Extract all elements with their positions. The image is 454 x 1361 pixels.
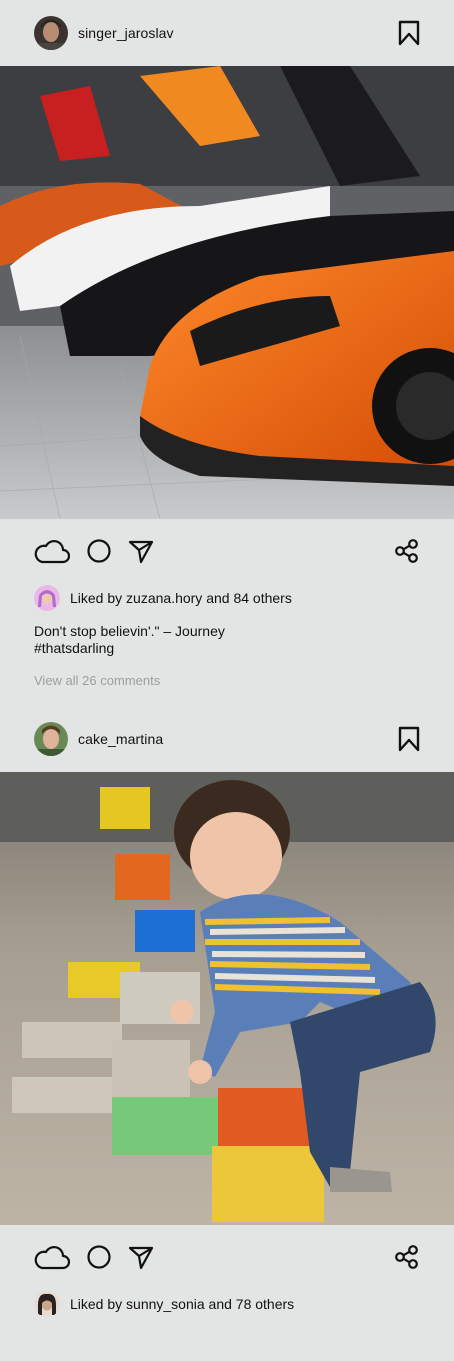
caption: Don't stop believin'." – Journey #thatsd… (0, 613, 454, 657)
likes-text[interactable]: Liked by sunny_sonia and 78 others (70, 1296, 294, 1312)
hashtag-link[interactable]: #thatsdarling (34, 640, 420, 657)
post-image[interactable] (0, 66, 454, 519)
post-1: singer_jaroslav Liked by zuzana.hory and… (0, 0, 454, 688)
user-info[interactable]: singer_jaroslav (34, 16, 174, 50)
caption-text: Don't stop believin'." – Journey (34, 623, 225, 639)
likes-row: Liked by zuzana.hory and 84 others (0, 583, 454, 613)
post-header: cake_martina (0, 706, 454, 772)
share-icon[interactable] (394, 538, 420, 564)
liker-avatar[interactable] (34, 1291, 60, 1317)
circle-icon[interactable] (86, 538, 112, 564)
share-icon[interactable] (394, 1244, 420, 1270)
likes-row: Liked by sunny_sonia and 78 others (0, 1289, 454, 1319)
view-comments-link[interactable]: View all 26 comments (0, 657, 454, 688)
send-icon[interactable] (128, 538, 154, 564)
post-actions (0, 1225, 454, 1289)
send-icon[interactable] (128, 1244, 154, 1270)
post-header: singer_jaroslav (0, 0, 454, 66)
avatar[interactable] (34, 722, 68, 756)
username[interactable]: singer_jaroslav (78, 25, 174, 41)
post-image[interactable] (0, 772, 454, 1225)
post-2: cake_martina Liked by sunny_sonia and 78… (0, 706, 454, 1319)
avatar[interactable] (34, 16, 68, 50)
post-actions (0, 519, 454, 583)
bookmark-icon[interactable] (398, 726, 420, 752)
username[interactable]: cake_martina (78, 731, 163, 747)
circle-icon[interactable] (86, 1244, 112, 1270)
liker-avatar[interactable] (34, 585, 60, 611)
cloud-icon[interactable] (34, 538, 70, 564)
user-info[interactable]: cake_martina (34, 722, 163, 756)
likes-text[interactable]: Liked by zuzana.hory and 84 others (70, 590, 292, 606)
bookmark-icon[interactable] (398, 20, 420, 46)
cloud-icon[interactable] (34, 1244, 70, 1270)
